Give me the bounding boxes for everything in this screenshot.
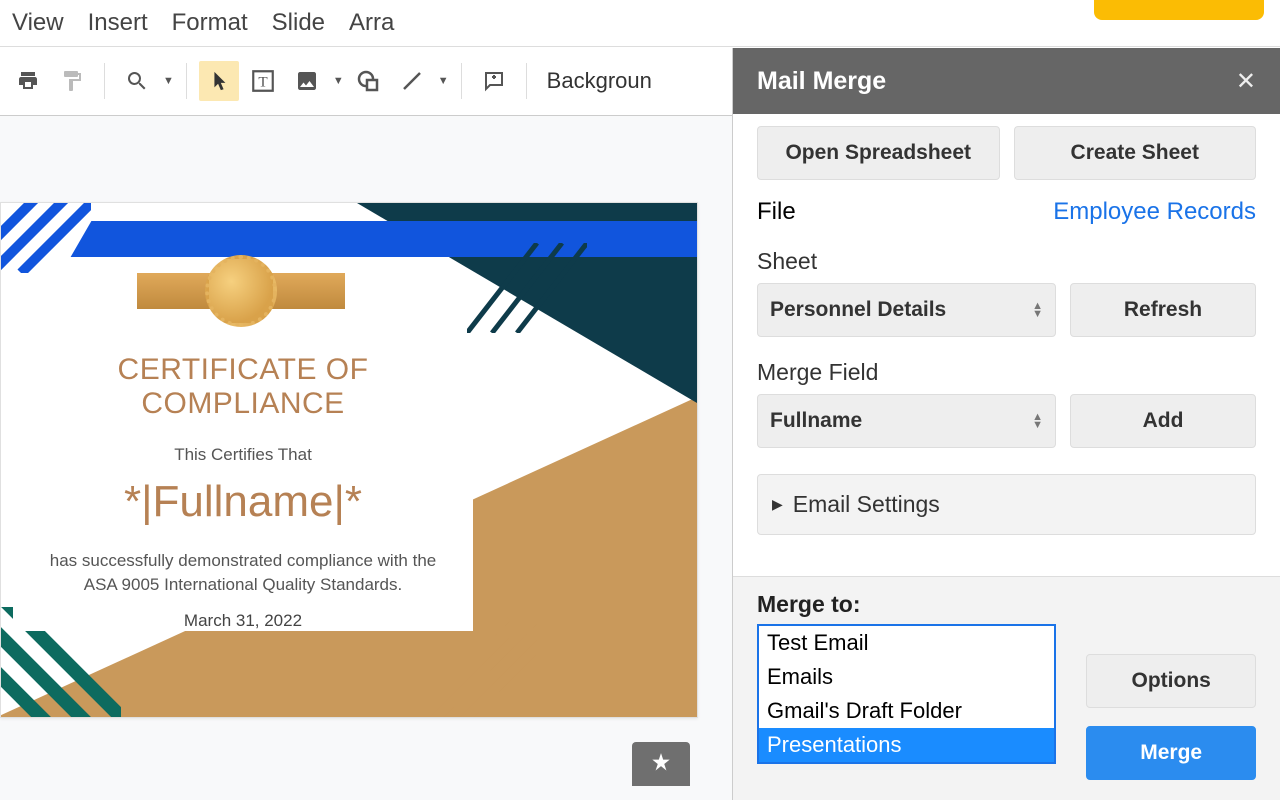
select-tool-icon[interactable] — [199, 61, 239, 101]
merge-to-option[interactable]: Presentations — [759, 728, 1054, 762]
create-sheet-button[interactable]: Create Sheet — [1014, 126, 1257, 180]
canvas: CERTIFICATE OF COMPLIANCE This Certifies… — [0, 116, 732, 800]
add-button[interactable]: Add — [1070, 394, 1256, 448]
medal-icon — [136, 251, 346, 331]
svg-text:T: T — [258, 73, 267, 90]
merge-to-listbox[interactable]: Test Email Emails Gmail's Draft Folder P… — [757, 624, 1056, 764]
textbox-icon[interactable]: T — [243, 61, 283, 101]
explore-button[interactable] — [632, 742, 690, 786]
certificate-date: March 31, 2022 — [13, 611, 473, 631]
certificate-body: has successfully demonstrated compliance… — [13, 549, 473, 597]
merge-field-label: Merge Field — [757, 359, 1256, 386]
certificate-title: CERTIFICATE OF COMPLIANCE — [13, 353, 473, 421]
panel-title: Mail Merge — [757, 67, 886, 96]
print-icon[interactable] — [8, 61, 48, 101]
merge-button[interactable]: Merge — [1086, 726, 1256, 780]
line-dropdown[interactable]: ▼ — [392, 61, 449, 101]
shape-icon[interactable] — [348, 61, 388, 101]
decor-stripes-tr — [467, 243, 587, 333]
decor-stripes-tl — [0, 202, 91, 273]
slide[interactable]: CERTIFICATE OF COMPLIANCE This Certifies… — [0, 202, 698, 718]
menu-format[interactable]: Format — [172, 9, 248, 37]
image-dropdown[interactable]: ▼ — [287, 61, 344, 101]
background-button[interactable]: Backgroun — [547, 68, 652, 94]
decor-stripes-br — [397, 617, 537, 718]
refresh-button[interactable]: Refresh — [1070, 283, 1256, 337]
options-button[interactable]: Options — [1086, 654, 1256, 708]
panel-header: Mail Merge ✕ — [733, 48, 1280, 114]
mail-merge-panel: Mail Merge ✕ Open Spreadsheet Create She… — [732, 48, 1280, 800]
merge-to-option[interactable]: Gmail's Draft Folder — [759, 694, 1054, 728]
panel-footer: Merge to: Test Email Emails Gmail's Draf… — [733, 576, 1280, 800]
paint-format-icon[interactable] — [52, 61, 92, 101]
menu-view[interactable]: View — [12, 9, 64, 37]
merge-to-option[interactable]: Test Email — [759, 626, 1054, 660]
sheet-select[interactable]: Personnel Details ▲▼ — [757, 283, 1056, 337]
certificate-content: CERTIFICATE OF COMPLIANCE This Certifies… — [13, 353, 473, 631]
spinner-icon: ▲▼ — [1032, 302, 1043, 318]
zoom-dropdown[interactable]: ▼ — [117, 61, 174, 101]
comment-icon[interactable] — [474, 61, 514, 101]
close-icon[interactable]: ✕ — [1236, 67, 1256, 96]
present-button[interactable] — [1094, 0, 1264, 20]
sheet-label: Sheet — [757, 248, 1256, 275]
menu-arrange[interactable]: Arra — [349, 9, 394, 37]
merge-field-select[interactable]: Fullname ▲▼ — [757, 394, 1056, 448]
chevron-right-icon: ▶ — [772, 496, 783, 513]
open-spreadsheet-button[interactable]: Open Spreadsheet — [757, 126, 1000, 180]
menu-slide[interactable]: Slide — [272, 9, 325, 37]
merge-to-option[interactable]: Emails — [759, 660, 1054, 694]
spinner-icon: ▲▼ — [1032, 413, 1043, 429]
certificate-name-placeholder: *|Fullname|* — [13, 477, 473, 527]
email-settings-collapse[interactable]: ▶ Email Settings — [757, 474, 1256, 535]
file-label: File — [757, 198, 796, 226]
menu-bar: View Insert Format Slide Arra — [0, 0, 1280, 46]
merge-to-label: Merge to: — [757, 591, 1256, 618]
certificate-sub: This Certifies That — [13, 445, 473, 465]
menu-insert[interactable]: Insert — [88, 9, 148, 37]
file-link[interactable]: Employee Records — [1053, 198, 1256, 226]
